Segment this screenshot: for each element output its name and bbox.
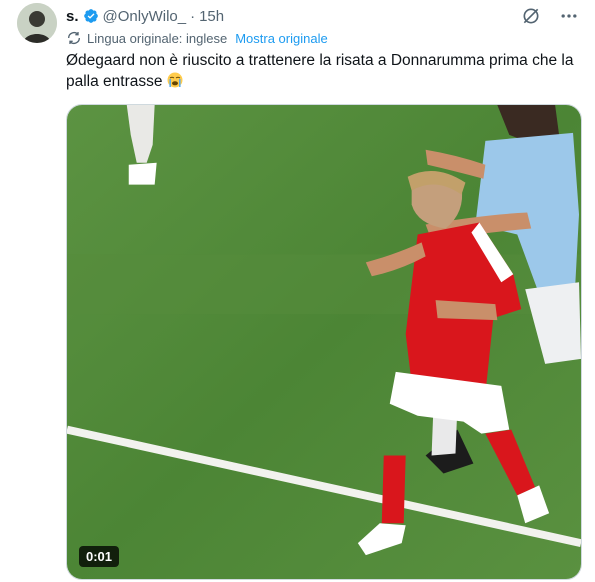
video-frame [67, 105, 581, 579]
separator-dot: · [190, 7, 196, 25]
video-duration: 0:01 [79, 546, 120, 567]
original-language-label: Lingua originale: inglese [87, 30, 228, 46]
video-player[interactable]: 0:01 [66, 104, 582, 580]
translate-icon [66, 30, 82, 46]
more-icon[interactable] [559, 6, 579, 26]
tweet-timestamp[interactable]: 15h [199, 8, 224, 25]
verified-badge-icon [83, 8, 99, 24]
loudly-crying-face-emoji [167, 72, 183, 88]
tweet-header: s. @OnlyWilo_ · 15h [66, 6, 224, 26]
show-original-link[interactable]: Mostra originale [235, 31, 328, 46]
tweet-text: Ødegaard non è riuscito a trattenere la … [66, 50, 581, 92]
author-name[interactable]: s. [66, 8, 79, 25]
tweet-body: Ødegaard non è riuscito a trattenere la … [66, 52, 574, 90]
tweet-actions-top [521, 6, 579, 26]
author-avatar[interactable] [17, 3, 57, 43]
author-handle[interactable]: @OnlyWilo_ [103, 8, 187, 25]
translation-bar: Lingua originale: inglese Mostra origina… [66, 29, 328, 47]
grok-icon[interactable] [521, 6, 541, 26]
